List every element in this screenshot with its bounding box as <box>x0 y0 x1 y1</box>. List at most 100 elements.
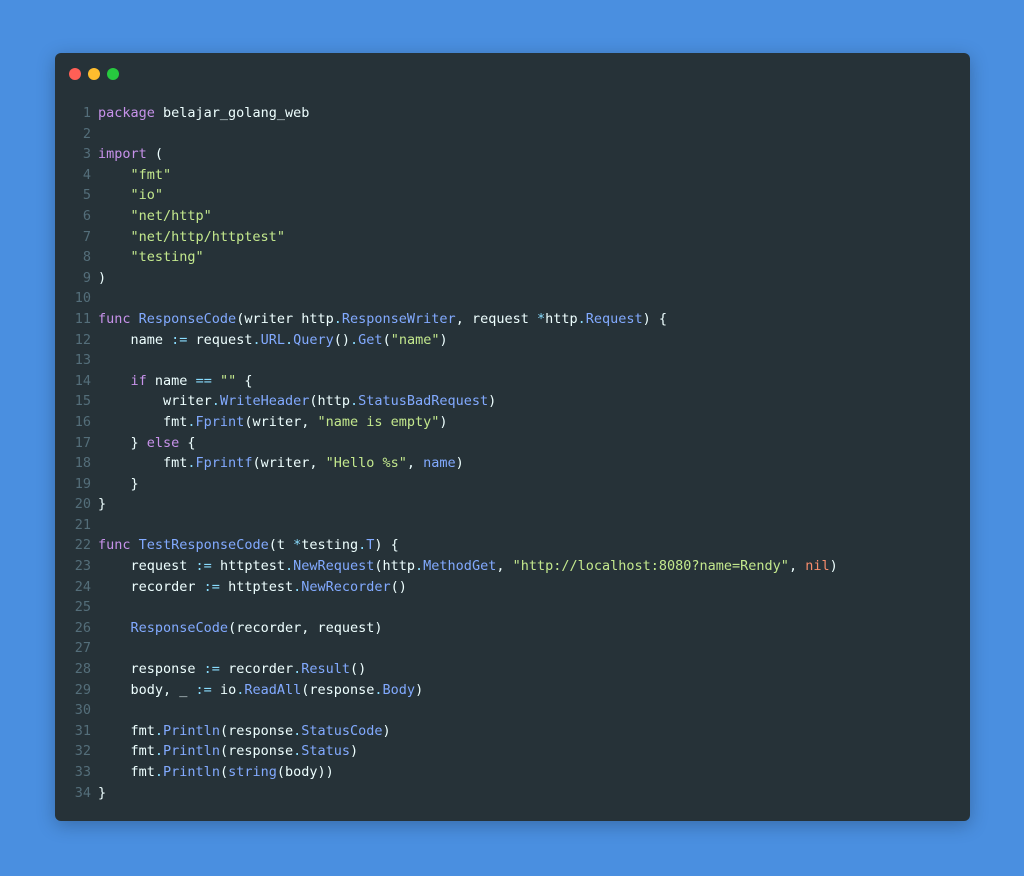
line-source: "net/http" <box>98 206 212 227</box>
code-line: 18 fmt.Fprintf(writer, "Hello %s", name) <box>55 453 970 474</box>
code-token: (response <box>219 722 294 739</box>
line-number: 5 <box>82 187 91 204</box>
code-token: } <box>98 784 107 801</box>
code-line: 32 fmt.Println(response.Status) <box>55 741 970 762</box>
line-number: 33 <box>74 764 91 780</box>
line-source: } else { <box>98 433 196 454</box>
line-number: 28 <box>74 661 91 678</box>
code-token: Body <box>382 681 416 698</box>
code-token: . <box>154 764 164 780</box>
minimize-window-icon[interactable] <box>88 68 100 80</box>
line-number: 31 <box>74 722 91 739</box>
code-token: ResponseCode <box>138 310 237 327</box>
close-window-icon[interactable] <box>69 68 81 80</box>
maximize-window-icon[interactable] <box>107 68 119 80</box>
line-number: 25 <box>74 599 91 616</box>
code-line: 34} <box>55 783 970 804</box>
code-line: 13 <box>55 350 970 371</box>
line-number: 22 <box>74 537 91 554</box>
line-source: body, _ := io.ReadAll(response.Body) <box>98 680 424 701</box>
code-token: () <box>333 331 351 348</box>
code-line: 14 if name == "" { <box>55 371 970 392</box>
code-block: 1 package belajar_golang_web 2 3 import (4 "… <box>55 103 970 803</box>
line-source: ) <box>98 268 106 289</box>
line-number: 6 <box>82 207 91 224</box>
code-token: { <box>236 372 253 389</box>
code-token: import <box>98 146 147 163</box>
code-token: (response <box>219 743 294 760</box>
code-token: Fprint <box>195 413 245 430</box>
code-token: fmt <box>98 764 155 780</box>
code-token: NewRecorder <box>301 578 391 595</box>
code-line: 20} <box>55 494 970 515</box>
code-token: Println <box>163 764 220 780</box>
code-token: . <box>349 393 359 410</box>
code-token: StatusBadRequest <box>358 393 489 410</box>
code-line: 33 fmt.Println(string(body)) <box>55 762 970 783</box>
code-token: . <box>415 558 424 575</box>
code-line: 19 } <box>55 474 970 495</box>
code-token: , <box>406 455 424 472</box>
code-token: ( <box>219 764 229 780</box>
code-token: ) <box>350 743 359 760</box>
line-number: 17 <box>74 434 91 451</box>
code-token: Println <box>163 722 220 739</box>
line-source: fmt.Println(response.Status) <box>98 741 359 762</box>
line-number: 18 <box>74 455 91 472</box>
line-number: 32 <box>74 743 91 760</box>
code-token: . <box>284 558 294 575</box>
code-token: http <box>545 310 578 327</box>
code-line: 30 <box>55 700 970 721</box>
line-source: writer.WriteHeader(http.StatusBadRequest… <box>98 391 496 412</box>
code-token: { <box>179 434 196 451</box>
line-source: "net/http/httptest" <box>98 227 285 248</box>
code-token: . <box>293 578 302 595</box>
code-line: 1 package belajar_golang_web <box>55 103 970 124</box>
line-number: 13 <box>74 352 91 369</box>
code-token: httptest <box>211 558 285 575</box>
code-token: ) <box>415 681 424 698</box>
line-source: request := httptest.NewRequest(http.Meth… <box>98 556 838 577</box>
code-token: ) { <box>374 537 399 554</box>
code-token: if <box>130 372 147 389</box>
line-source: "io" <box>98 185 164 206</box>
line-number: 26 <box>74 619 91 636</box>
code-token: writer <box>98 393 212 410</box>
line-number: 8 <box>82 249 91 266</box>
code-token: . <box>350 331 359 348</box>
code-token: "net/http/httptest" <box>130 228 285 245</box>
code-token: . <box>211 393 220 410</box>
code-token: () <box>390 578 407 595</box>
code-token: Status <box>301 743 351 760</box>
line-source: } <box>98 494 106 515</box>
code-line: 10 <box>55 288 970 309</box>
window-titlebar <box>55 53 970 95</box>
code-line: 16 fmt.Fprint(writer, "name is empty") <box>55 412 970 433</box>
code-line: 15 writer.WriteHeader(http.StatusBadRequ… <box>55 391 970 412</box>
line-source: fmt.Println(response.StatusCode) <box>98 721 391 742</box>
code-token: . <box>374 681 383 698</box>
code-token: ) <box>455 455 464 472</box>
line-number: 20 <box>74 496 91 513</box>
code-line: 9) <box>55 268 970 289</box>
line-source: func TestResponseCode(t *testing.T) { <box>98 535 399 556</box>
code-line: 29 body, _ := io.ReadAll(response.Body) <box>55 680 970 701</box>
line-source: fmt.Fprintf(writer, "Hello %s", name) <box>98 453 464 474</box>
code-token: response <box>98 661 204 678</box>
code-token: . <box>293 661 302 678</box>
code-line: 6 "net/http" <box>55 206 970 227</box>
code-token: fmt <box>98 722 155 739</box>
code-token: (http <box>309 393 350 410</box>
line-number: 34 <box>74 784 91 801</box>
code-token: URL <box>260 331 285 348</box>
code-token: "testing" <box>130 249 204 266</box>
code-token: ) <box>382 722 391 739</box>
line-source: "testing" <box>98 247 204 268</box>
line-source: name := request.URL.Query().Get("name") <box>98 330 448 351</box>
code-token: := <box>195 681 212 698</box>
line-source: package belajar_golang_web <box>98 103 309 124</box>
